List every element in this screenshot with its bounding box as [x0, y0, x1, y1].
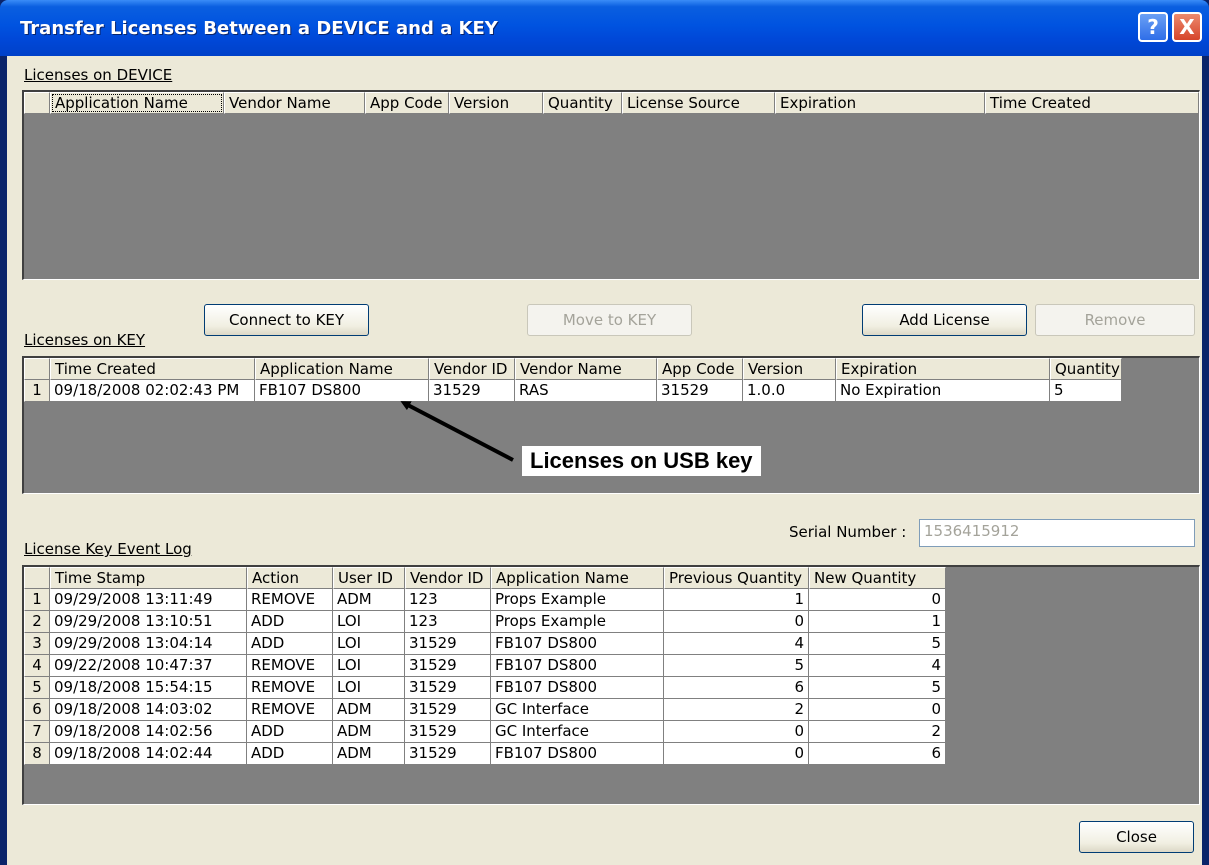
cell-previous-quantity: 0 — [664, 611, 809, 633]
cell-new-quantity: 0 — [809, 699, 946, 721]
cell-vendor-id: 31529 — [405, 699, 491, 721]
table-row[interactable]: 7 09/18/2008 14:02:56 ADD ADM 31529 GC Interf… — [24, 721, 946, 743]
cell-vendor-id: 31529 — [405, 633, 491, 655]
cell-time-stamp: 09/29/2008 13:10:51 — [50, 611, 247, 633]
cell-user-id: ADM — [333, 699, 405, 721]
row-number: 8 — [24, 743, 50, 765]
cell-new-quantity: 0 — [809, 589, 946, 611]
cell-time-stamp: 09/29/2008 13:11:49 — [50, 589, 247, 611]
row-number: 7 — [24, 721, 50, 743]
cell-action: ADD — [247, 633, 333, 655]
table-row[interactable]: 8 09/18/2008 14:02:44 ADD ADM 31529 FB107 DS8… — [24, 743, 946, 765]
cell-time-stamp: 09/29/2008 13:04:14 — [50, 633, 247, 655]
cell-new-quantity: 5 — [809, 677, 946, 699]
cell-user-id: LOI — [333, 655, 405, 677]
row-number: 1 — [24, 589, 50, 611]
row-number: 2 — [24, 611, 50, 633]
log-col-action[interactable]: Action — [247, 567, 333, 589]
cell-new-quantity: 6 — [809, 743, 946, 765]
cell-time-stamp: 09/18/2008 14:02:44 — [50, 743, 247, 765]
cell-previous-quantity: 2 — [664, 699, 809, 721]
cell-time-stamp: 09/18/2008 15:54:15 — [50, 677, 247, 699]
cell-action: REMOVE — [247, 677, 333, 699]
log-col-previous-quantity[interactable]: Previous Quantity — [664, 567, 809, 589]
cell-new-quantity: 2 — [809, 721, 946, 743]
cell-action: ADD — [247, 721, 333, 743]
table-row[interactable]: 6 09/18/2008 14:03:02 REMOVE ADM 31529 GC Int… — [24, 699, 946, 721]
serial-number-field[interactable]: 1536415912 — [919, 519, 1195, 547]
table-row[interactable]: 3 09/29/2008 13:04:14 ADD LOI 31529 FB107 DS8… — [24, 633, 946, 655]
cell-application-name: FB107 DS800 — [491, 677, 664, 699]
dialog-client-area: Licenses on DEVICE Application Name Vend… — [7, 56, 1202, 865]
cell-vendor-id: 31529 — [405, 655, 491, 677]
cell-vendor-id: 31529 — [405, 677, 491, 699]
cell-previous-quantity: 0 — [664, 743, 809, 765]
cell-previous-quantity: 0 — [664, 721, 809, 743]
log-col-application-name[interactable]: Application Name — [491, 567, 664, 589]
row-number: 4 — [24, 655, 50, 677]
cell-action: REMOVE — [247, 589, 333, 611]
log-col-time-stamp[interactable]: Time Stamp — [50, 567, 247, 589]
cell-application-name: Props Example — [491, 611, 664, 633]
event-log-grid[interactable]: Time Stamp Action User ID Vendor ID Appl… — [22, 565, 1200, 805]
log-grid-header: Time Stamp Action User ID Vendor ID Appl… — [24, 567, 946, 589]
cell-user-id: LOI — [333, 611, 405, 633]
table-row[interactable]: 5 09/18/2008 15:54:15 REMOVE LOI 31529 FB107 … — [24, 677, 946, 699]
table-row[interactable]: 2 09/29/2008 13:10:51 ADD LOI 123 Props Examp… — [24, 611, 946, 633]
cell-application-name: GC Interface — [491, 699, 664, 721]
log-grid-corner — [24, 567, 50, 589]
cell-action: REMOVE — [247, 655, 333, 677]
close-button[interactable]: Close — [1079, 821, 1194, 853]
cell-application-name: FB107 DS800 — [491, 633, 664, 655]
cell-user-id: LOI — [333, 633, 405, 655]
help-icon: ? — [1147, 15, 1159, 39]
dialog-window: Transfer Licenses Between a DEVICE and a… — [0, 0, 1209, 865]
close-icon: X — [1179, 15, 1195, 39]
cell-previous-quantity: 5 — [664, 655, 809, 677]
row-number: 5 — [24, 677, 50, 699]
cell-application-name: Props Example — [491, 589, 664, 611]
table-row[interactable]: 4 09/22/2008 10:47:37 REMOVE LOI 31529 FB107 … — [24, 655, 946, 677]
table-row[interactable]: 1 09/29/2008 13:11:49 REMOVE ADM 123 Props Ex… — [24, 589, 946, 611]
log-col-new-quantity[interactable]: New Quantity — [809, 567, 946, 589]
log-col-vendor-id[interactable]: Vendor ID — [405, 567, 491, 589]
cell-user-id: LOI — [333, 677, 405, 699]
cell-previous-quantity: 1 — [664, 589, 809, 611]
cell-vendor-id: 123 — [405, 589, 491, 611]
window-title: Transfer Licenses Between a DEVICE and a… — [20, 18, 498, 39]
event-log-label: License Key Event Log — [24, 540, 192, 558]
cell-action: ADD — [247, 743, 333, 765]
cell-new-quantity: 1 — [809, 611, 946, 633]
cell-application-name: GC Interface — [491, 721, 664, 743]
help-button[interactable]: ? — [1138, 12, 1168, 42]
cell-vendor-id: 123 — [405, 611, 491, 633]
cell-vendor-id: 31529 — [405, 721, 491, 743]
cell-user-id: ADM — [333, 721, 405, 743]
cell-previous-quantity: 6 — [664, 677, 809, 699]
title-bar[interactable]: Transfer Licenses Between a DEVICE and a… — [0, 0, 1209, 56]
log-col-user-id[interactable]: User ID — [333, 567, 405, 589]
cell-previous-quantity: 4 — [664, 633, 809, 655]
cell-application-name: FB107 DS800 — [491, 743, 664, 765]
row-number: 6 — [24, 699, 50, 721]
cell-time-stamp: 09/18/2008 14:03:02 — [50, 699, 247, 721]
cell-vendor-id: 31529 — [405, 743, 491, 765]
cell-action: REMOVE — [247, 699, 333, 721]
cell-user-id: ADM — [333, 589, 405, 611]
serial-number-label: Serial Number : — [789, 523, 907, 541]
row-number: 3 — [24, 633, 50, 655]
cell-time-stamp: 09/22/2008 10:47:37 — [50, 655, 247, 677]
cell-new-quantity: 5 — [809, 633, 946, 655]
cell-action: ADD — [247, 611, 333, 633]
cell-user-id: ADM — [333, 743, 405, 765]
window-close-button[interactable]: X — [1172, 12, 1202, 42]
cell-application-name: FB107 DS800 — [491, 655, 664, 677]
cell-time-stamp: 09/18/2008 14:02:56 — [50, 721, 247, 743]
cell-new-quantity: 4 — [809, 655, 946, 677]
